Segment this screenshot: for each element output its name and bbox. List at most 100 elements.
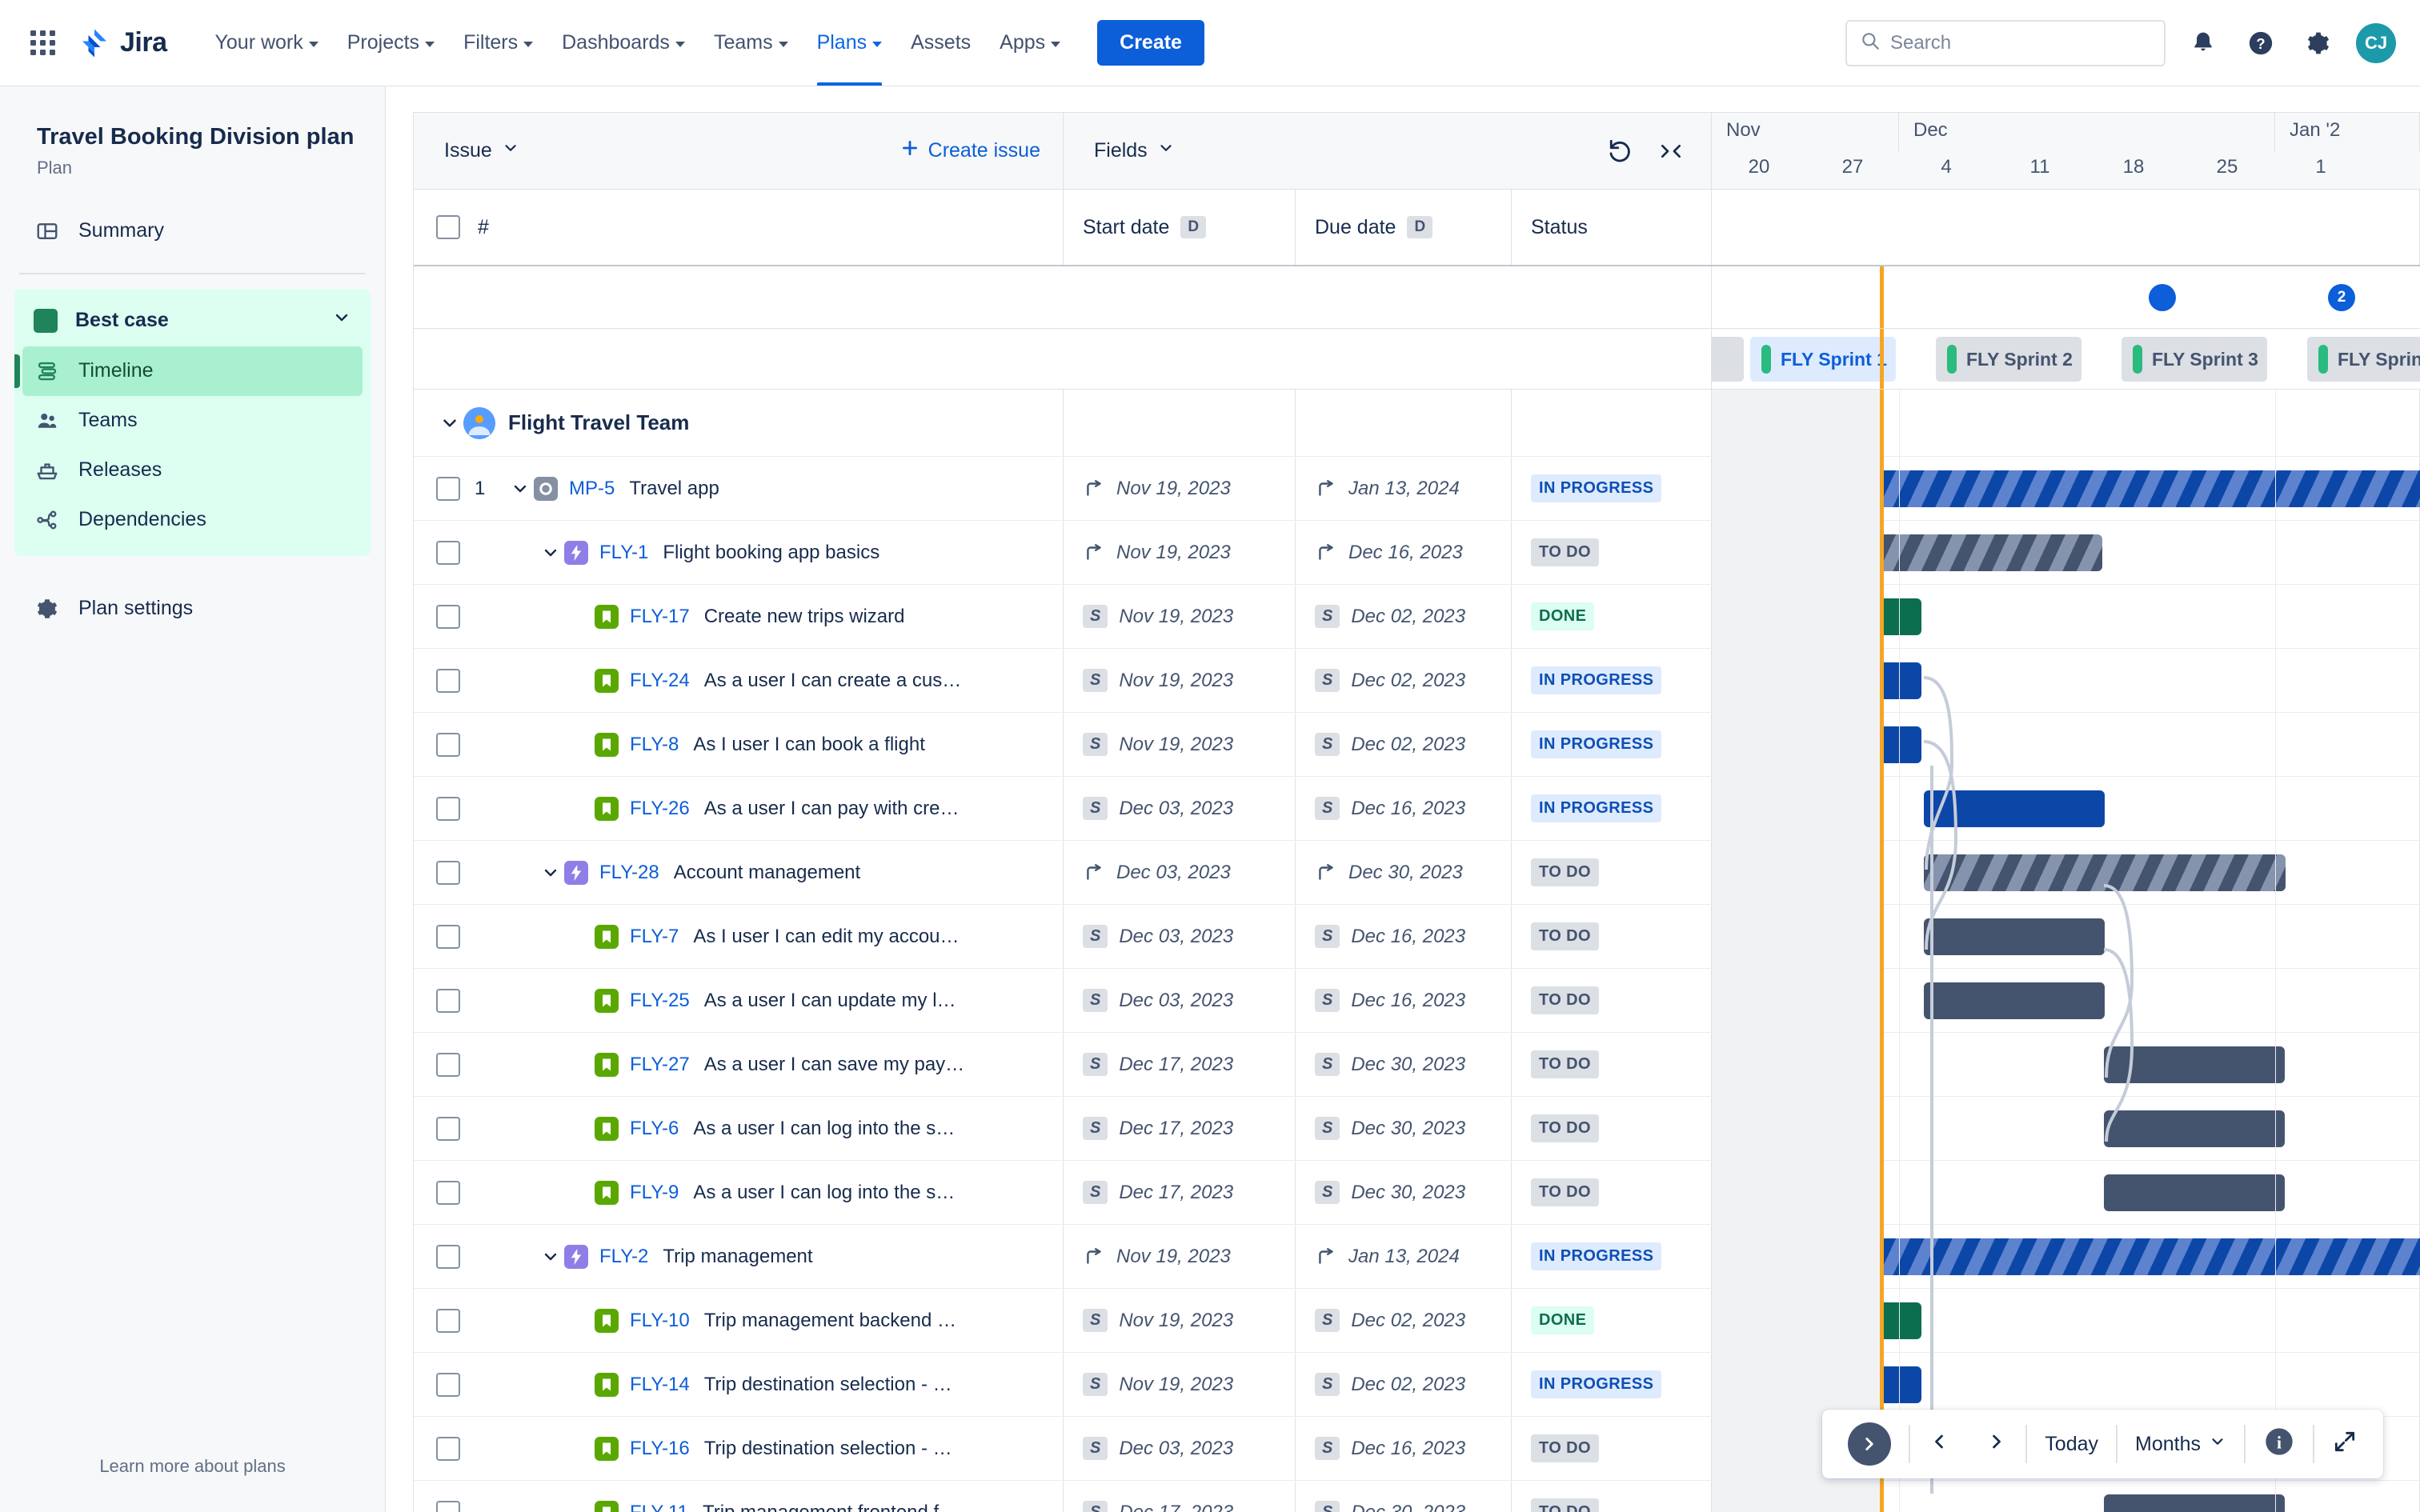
gantt-bar[interactable]	[1741, 534, 2102, 571]
today-button[interactable]: Today	[2027, 1420, 2116, 1468]
gantt-bar[interactable]: ➞	[1741, 470, 2420, 507]
row-checkbox[interactable]	[436, 1308, 460, 1333]
timeline-cell[interactable]	[1712, 841, 2420, 904]
start-date-cell[interactable]: S Nov 19, 2023	[1064, 585, 1296, 648]
chevron-down-icon[interactable]	[537, 863, 564, 882]
timeline-cell[interactable]	[1712, 905, 2420, 968]
due-date-cell[interactable]: S Dec 30, 2023	[1296, 1161, 1512, 1224]
row-checkbox[interactable]	[436, 988, 460, 1013]
row-checkbox[interactable]	[436, 924, 460, 949]
row-checkbox[interactable]	[436, 796, 460, 821]
status-cell[interactable]: TO DO	[1512, 905, 1712, 968]
sprint-chip[interactable]: FLY Sprint 3	[2122, 337, 2267, 382]
release-milestone-dot[interactable]	[2149, 284, 2176, 311]
table-row[interactable]: FLY-14 Trip destination selection - … SN…	[414, 1353, 2420, 1417]
chevron-down-icon[interactable]	[537, 543, 564, 562]
due-date-cell[interactable]: S Dec 16, 2023	[1296, 905, 1512, 968]
due-date-cell[interactable]: S Dec 16, 2023	[1296, 969, 1512, 1032]
timeline-cell[interactable]	[1712, 1097, 2420, 1160]
next-period-button[interactable]	[1968, 1420, 2025, 1468]
gantt-bar[interactable]	[1741, 598, 1921, 635]
issue-key-link[interactable]: FLY-17	[630, 606, 690, 628]
row-checkbox[interactable]	[436, 1436, 460, 1461]
table-row[interactable]: 1 MP-5 Travel app Nov 19, 2023 Jan 13, 2…	[414, 457, 2420, 521]
undo-icon[interactable]	[1604, 134, 1639, 169]
gantt-bar[interactable]: ➞	[1741, 1238, 2420, 1275]
gantt-bar[interactable]	[1924, 790, 2105, 827]
timeline-cell[interactable]	[1712, 777, 2420, 840]
info-button[interactable]: i	[2246, 1420, 2313, 1468]
issue-key-link[interactable]: FLY-16	[630, 1438, 690, 1460]
timeline-cell[interactable]	[1712, 521, 2420, 584]
fields-dropdown[interactable]: Fields	[1086, 133, 1183, 169]
due-date-cell[interactable]: S Dec 30, 2023	[1296, 1481, 1512, 1512]
issue-key-link[interactable]: MP-5	[569, 478, 615, 500]
table-row[interactable]: FLY-8 As I user I can book a flight S Nov…	[414, 713, 2420, 777]
sidebar-item-summary[interactable]: Summary	[14, 206, 371, 257]
gantt-bar[interactable]	[2104, 1174, 2285, 1211]
due-date-cell[interactable]: Jan 13, 2024	[1296, 1225, 1512, 1288]
row-checkbox[interactable]	[436, 540, 460, 565]
status-cell[interactable]: IN PROGRESS	[1512, 1225, 1712, 1288]
start-date-cell[interactable]: Dec 03, 2023	[1064, 841, 1296, 904]
due-date-cell[interactable]: S Dec 16, 2023	[1296, 1417, 1512, 1480]
start-date-cell[interactable]: S Nov 19, 2023	[1064, 713, 1296, 776]
status-cell[interactable]: IN PROGRESS	[1512, 1353, 1712, 1416]
timeline-cell[interactable]	[1712, 969, 2420, 1032]
issue-key-link[interactable]: FLY-10	[630, 1310, 690, 1332]
avatar[interactable]: CJ	[2356, 22, 2396, 63]
start-date-cell[interactable]: Nov 19, 2023	[1064, 1225, 1296, 1288]
status-cell[interactable]: TO DO	[1512, 969, 1712, 1032]
timeline-cell[interactable]	[1712, 1289, 2420, 1352]
due-date-cell[interactable]: Jan 13, 2024	[1296, 457, 1512, 520]
due-date-cell[interactable]: S Dec 02, 2023	[1296, 585, 1512, 648]
issue-key-link[interactable]: FLY-26	[630, 798, 690, 820]
search-input[interactable]	[1890, 31, 2151, 54]
create-issue-button[interactable]: Create issue	[899, 138, 1040, 164]
gantt-bar[interactable]	[1924, 918, 2105, 955]
due-date-cell[interactable]: S Dec 30, 2023	[1296, 1097, 1512, 1160]
issue-key-link[interactable]: FLY-28	[599, 862, 659, 884]
table-row[interactable]: FLY-24 As a user I can create a cus… S No…	[414, 649, 2420, 713]
issue-key-link[interactable]: FLY-9	[630, 1182, 679, 1204]
gantt-bar[interactable]	[1741, 662, 1921, 699]
issue-key-link[interactable]: FLY-25	[630, 990, 690, 1012]
search-box[interactable]	[1845, 19, 2166, 66]
timeline-cell[interactable]	[1712, 713, 2420, 776]
app-switcher-icon[interactable]	[24, 25, 61, 62]
start-date-cell[interactable]: S Dec 03, 2023	[1064, 969, 1296, 1032]
row-checkbox[interactable]	[436, 476, 460, 501]
table-row[interactable]: FLY-25 As a user I can update my l… S Dec…	[414, 969, 2420, 1033]
sidebar-item-teams[interactable]: Teams	[22, 396, 363, 446]
status-cell[interactable]: IN PROGRESS	[1512, 777, 1712, 840]
timeline-cell[interactable]: ➞	[1712, 457, 2420, 520]
nav-item-teams[interactable]: Teams	[699, 0, 803, 86]
due-date-cell[interactable]: S Dec 16, 2023	[1296, 777, 1512, 840]
due-date-cell[interactable]: S Dec 02, 2023	[1296, 1289, 1512, 1352]
sprint-chip-current[interactable]: FLY Sprint 1	[1750, 337, 1896, 382]
row-checkbox[interactable]	[436, 1116, 460, 1141]
gantt-bar[interactable]	[1741, 726, 1921, 763]
status-cell[interactable]: TO DO	[1512, 1417, 1712, 1480]
gantt-bar[interactable]	[1741, 1302, 1921, 1339]
due-date-cell[interactable]: Dec 16, 2023	[1296, 521, 1512, 584]
issue-key-link[interactable]: FLY-14	[630, 1374, 690, 1396]
gear-icon[interactable]	[2298, 23, 2338, 63]
gantt-bar[interactable]	[1924, 854, 2286, 891]
due-date-cell[interactable]: S Dec 02, 2023	[1296, 713, 1512, 776]
row-checkbox[interactable]	[436, 1180, 460, 1205]
issue-key-link[interactable]: FLY-11	[630, 1502, 688, 1512]
issue-key-link[interactable]: FLY-8	[630, 734, 679, 756]
sidebar-item-releases[interactable]: Releases	[22, 446, 363, 495]
previous-period-button[interactable]	[1910, 1420, 1968, 1468]
issue-key-link[interactable]: FLY-7	[630, 926, 679, 948]
nav-item-projects[interactable]: Projects	[333, 0, 449, 86]
status-cell[interactable]: TO DO	[1512, 1097, 1712, 1160]
row-checkbox[interactable]	[436, 1244, 460, 1269]
status-cell[interactable]: IN PROGRESS	[1512, 649, 1712, 712]
nav-item-dashboards[interactable]: Dashboards	[547, 0, 699, 86]
table-row[interactable]: FLY-17 Create new trips wizard S Nov 19, …	[414, 585, 2420, 649]
table-row[interactable]: FLY-6 As a user I can log into the s… SD…	[414, 1097, 2420, 1161]
chevron-down-icon[interactable]	[537, 1247, 564, 1266]
chevron-down-icon[interactable]	[436, 413, 463, 434]
